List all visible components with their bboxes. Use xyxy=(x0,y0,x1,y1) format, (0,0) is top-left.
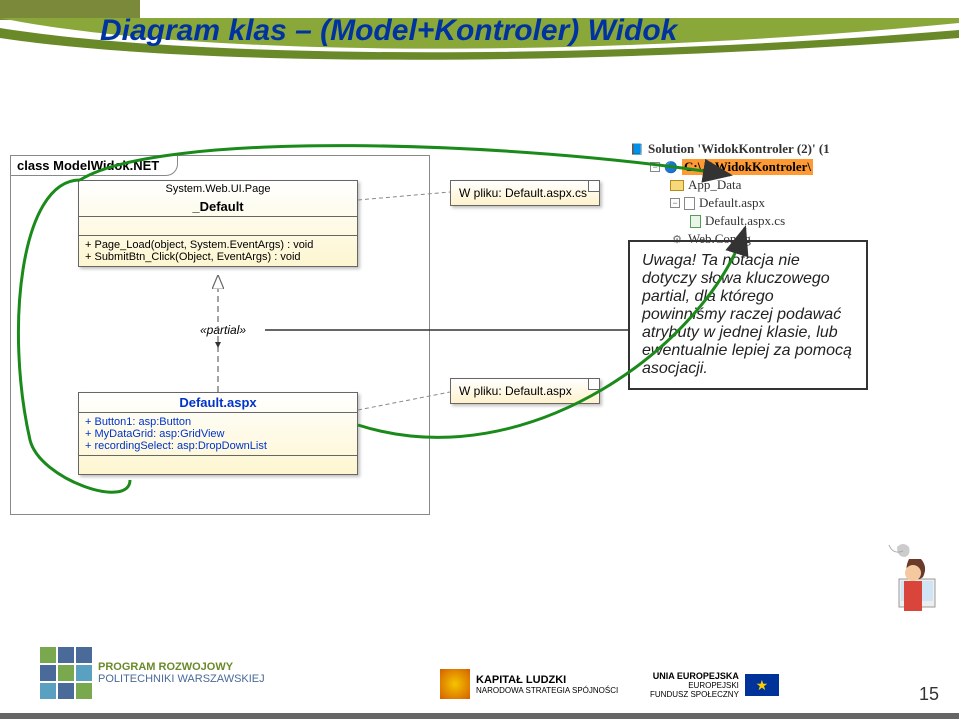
footer: PROGRAM ROZWOJOWY POLITECHNIKI WARSZAWSK… xyxy=(0,609,959,719)
logo-text: PROGRAM ROZWOJOWY xyxy=(98,661,265,673)
footer-bar xyxy=(0,713,959,719)
tree-toggle-icon: − xyxy=(650,162,660,172)
tree-item: Default.aspx.cs xyxy=(705,213,785,229)
logo-program-rozwojowy: PROGRAM ROZWOJOWY POLITECHNIKI WARSZAWSK… xyxy=(40,647,265,699)
diagram-area: 📘Solution 'WidokKontroler (2)' (1 −🔵C:\.… xyxy=(10,80,950,600)
class-name: Default.aspx xyxy=(79,393,357,412)
page-title: Diagram klas – (Model+Kontroler) Widok xyxy=(100,14,677,48)
logo-eu: UNIA EUROPEJSKA EUROPEJSKI FUNDUSZ SPOŁE… xyxy=(650,671,779,699)
tree-item: Default.aspx xyxy=(699,195,765,211)
logo-text: POLITECHNIKI WARSZAWSKIEJ xyxy=(98,673,265,685)
solution-icon: 📘 xyxy=(630,142,644,156)
eu-flag-icon: ★ xyxy=(745,674,779,696)
project-icon: 🔵 xyxy=(664,160,678,174)
attr: + Button1: asp:Button xyxy=(85,416,351,428)
op: + Page_Load(object, System.EventArgs) : … xyxy=(85,239,351,251)
tree-project: C:\...\WidokKontroler\ xyxy=(682,159,813,175)
note-aspx-file: W pliku: Default.aspx xyxy=(450,378,600,404)
package-label: class ModelWidok.NET xyxy=(10,155,178,176)
class-attributes-empty xyxy=(79,216,357,235)
partial-label: «partial» xyxy=(200,323,246,337)
page-number: 15 xyxy=(919,684,939,705)
tree-solution: Solution 'WidokKontroler (2)' (1 xyxy=(648,141,830,157)
avatar-illustration xyxy=(849,539,939,639)
class-stereotype: System.Web.UI.Page xyxy=(79,181,357,197)
logo-text: FUNDUSZ SPOŁECZNY xyxy=(650,690,739,699)
logo-text: KAPITAŁ LUDZKI xyxy=(476,674,618,686)
logo-text: NARODOWA STRATEGIA SPÓJNOŚCI xyxy=(476,686,618,695)
op: + SubmitBtn_Click(Object, EventArgs) : v… xyxy=(85,251,351,263)
class-operations: + Page_Load(object, System.EventArgs) : … xyxy=(79,235,357,266)
tree-toggle-icon: − xyxy=(670,198,680,208)
class-default-aspx: Default.aspx + Button1: asp:Button + MyD… xyxy=(78,392,358,475)
solution-explorer-snippet: 📘Solution 'WidokKontroler (2)' (1 −🔵C:\.… xyxy=(630,140,900,248)
cs-file-icon xyxy=(690,215,701,228)
attr: + recordingSelect: asp:DropDownList xyxy=(85,440,351,452)
note-cs-file: W pliku: Default.aspx.cs xyxy=(450,180,600,206)
logo-text: EUROPEJSKI xyxy=(650,681,739,690)
class-operations-empty xyxy=(79,455,357,474)
warning-callout: Uwaga! Ta notacja nie dotyczy słowa kluc… xyxy=(628,240,868,390)
aspx-file-icon xyxy=(684,197,695,210)
star-icon xyxy=(440,669,470,699)
class-attributes: + Button1: asp:Button + MyDataGrid: asp:… xyxy=(79,412,357,455)
attr: + MyDataGrid: asp:GridView xyxy=(85,428,351,440)
folder-icon xyxy=(670,180,684,191)
class-name: _Default xyxy=(79,197,357,216)
class-default: System.Web.UI.Page _Default + Page_Load(… xyxy=(78,180,358,267)
logo-text: UNIA EUROPEJSKA xyxy=(650,671,739,681)
logo-kapital-ludzki: KAPITAŁ LUDZKI NARODOWA STRATEGIA SPÓJNO… xyxy=(440,669,618,699)
tree-item: App_Data xyxy=(688,177,741,193)
